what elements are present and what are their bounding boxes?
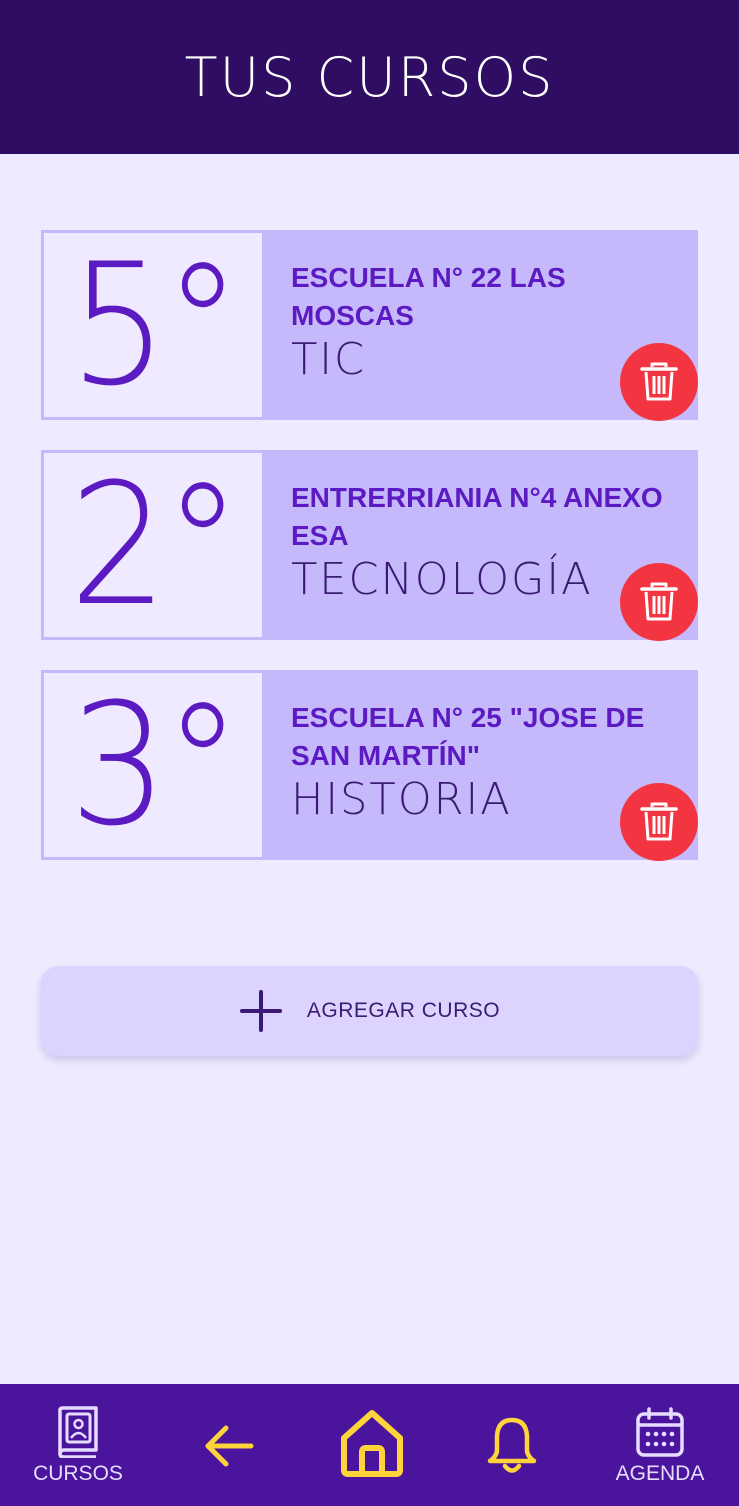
bell-icon bbox=[487, 1417, 537, 1473]
course-grade: 5° bbox=[68, 227, 241, 423]
nav-notifications[interactable] bbox=[484, 1414, 540, 1476]
school-name: ESCUELA N° 22 LAS MOSCAS bbox=[291, 262, 566, 331]
delete-course-button[interactable] bbox=[620, 563, 698, 641]
course-card[interactable]: 3° ESCUELA N° 25 "JOSE DE SAN MARTÍN" HI… bbox=[41, 670, 698, 861]
add-course-label: AGREGAR CURSO bbox=[306, 999, 501, 1022]
nav-agenda[interactable]: AGENDA bbox=[610, 1406, 710, 1486]
school-name: ESCUELA N° 25 "JOSE DE SAN MARTÍN" bbox=[291, 702, 645, 771]
trash-icon bbox=[640, 802, 678, 841]
nav-cursos[interactable]: CURSOS bbox=[32, 1406, 124, 1486]
nav-cursos-label: CURSOS bbox=[33, 1462, 123, 1485]
nav-agenda-label: AGENDA bbox=[615, 1462, 705, 1485]
course-list: 5° ESCUELA N° 22 LAS MOSCAS TIC 2° ENTRE… bbox=[41, 230, 698, 890]
bottom-navigation: CURSOS AGENDA bbox=[0, 1384, 739, 1506]
course-grade: 2° bbox=[68, 447, 241, 643]
grade-box: 2° bbox=[44, 453, 262, 637]
trash-icon bbox=[640, 582, 678, 621]
nav-back[interactable] bbox=[204, 1424, 254, 1468]
calendar-icon bbox=[636, 1407, 684, 1457]
course-card[interactable]: 5° ESCUELA N° 22 LAS MOSCAS TIC bbox=[41, 230, 698, 421]
course-grade: 3° bbox=[68, 667, 241, 863]
grade-box: 5° bbox=[44, 233, 262, 417]
add-course-button[interactable]: AGREGAR CURSO bbox=[41, 966, 698, 1056]
school-name: ENTRERRIANIA N°4 ANEXO ESA bbox=[291, 482, 663, 551]
grade-box: 3° bbox=[44, 673, 262, 857]
trash-icon bbox=[640, 362, 678, 401]
home-icon bbox=[341, 1410, 403, 1477]
delete-course-button[interactable] bbox=[620, 343, 698, 421]
course-card[interactable]: 2° ENTRERRIANIA N°4 ANEXO ESA TECNOLOGÍA bbox=[41, 450, 698, 641]
nav-home[interactable] bbox=[338, 1408, 406, 1478]
app-header: TUS CURSOS bbox=[0, 0, 739, 154]
plus-icon bbox=[239, 990, 282, 1032]
arrow-left-icon bbox=[205, 1425, 254, 1467]
delete-course-button[interactable] bbox=[620, 783, 698, 861]
book-icon bbox=[58, 1406, 98, 1458]
page-title: TUS CURSOS bbox=[184, 45, 555, 109]
